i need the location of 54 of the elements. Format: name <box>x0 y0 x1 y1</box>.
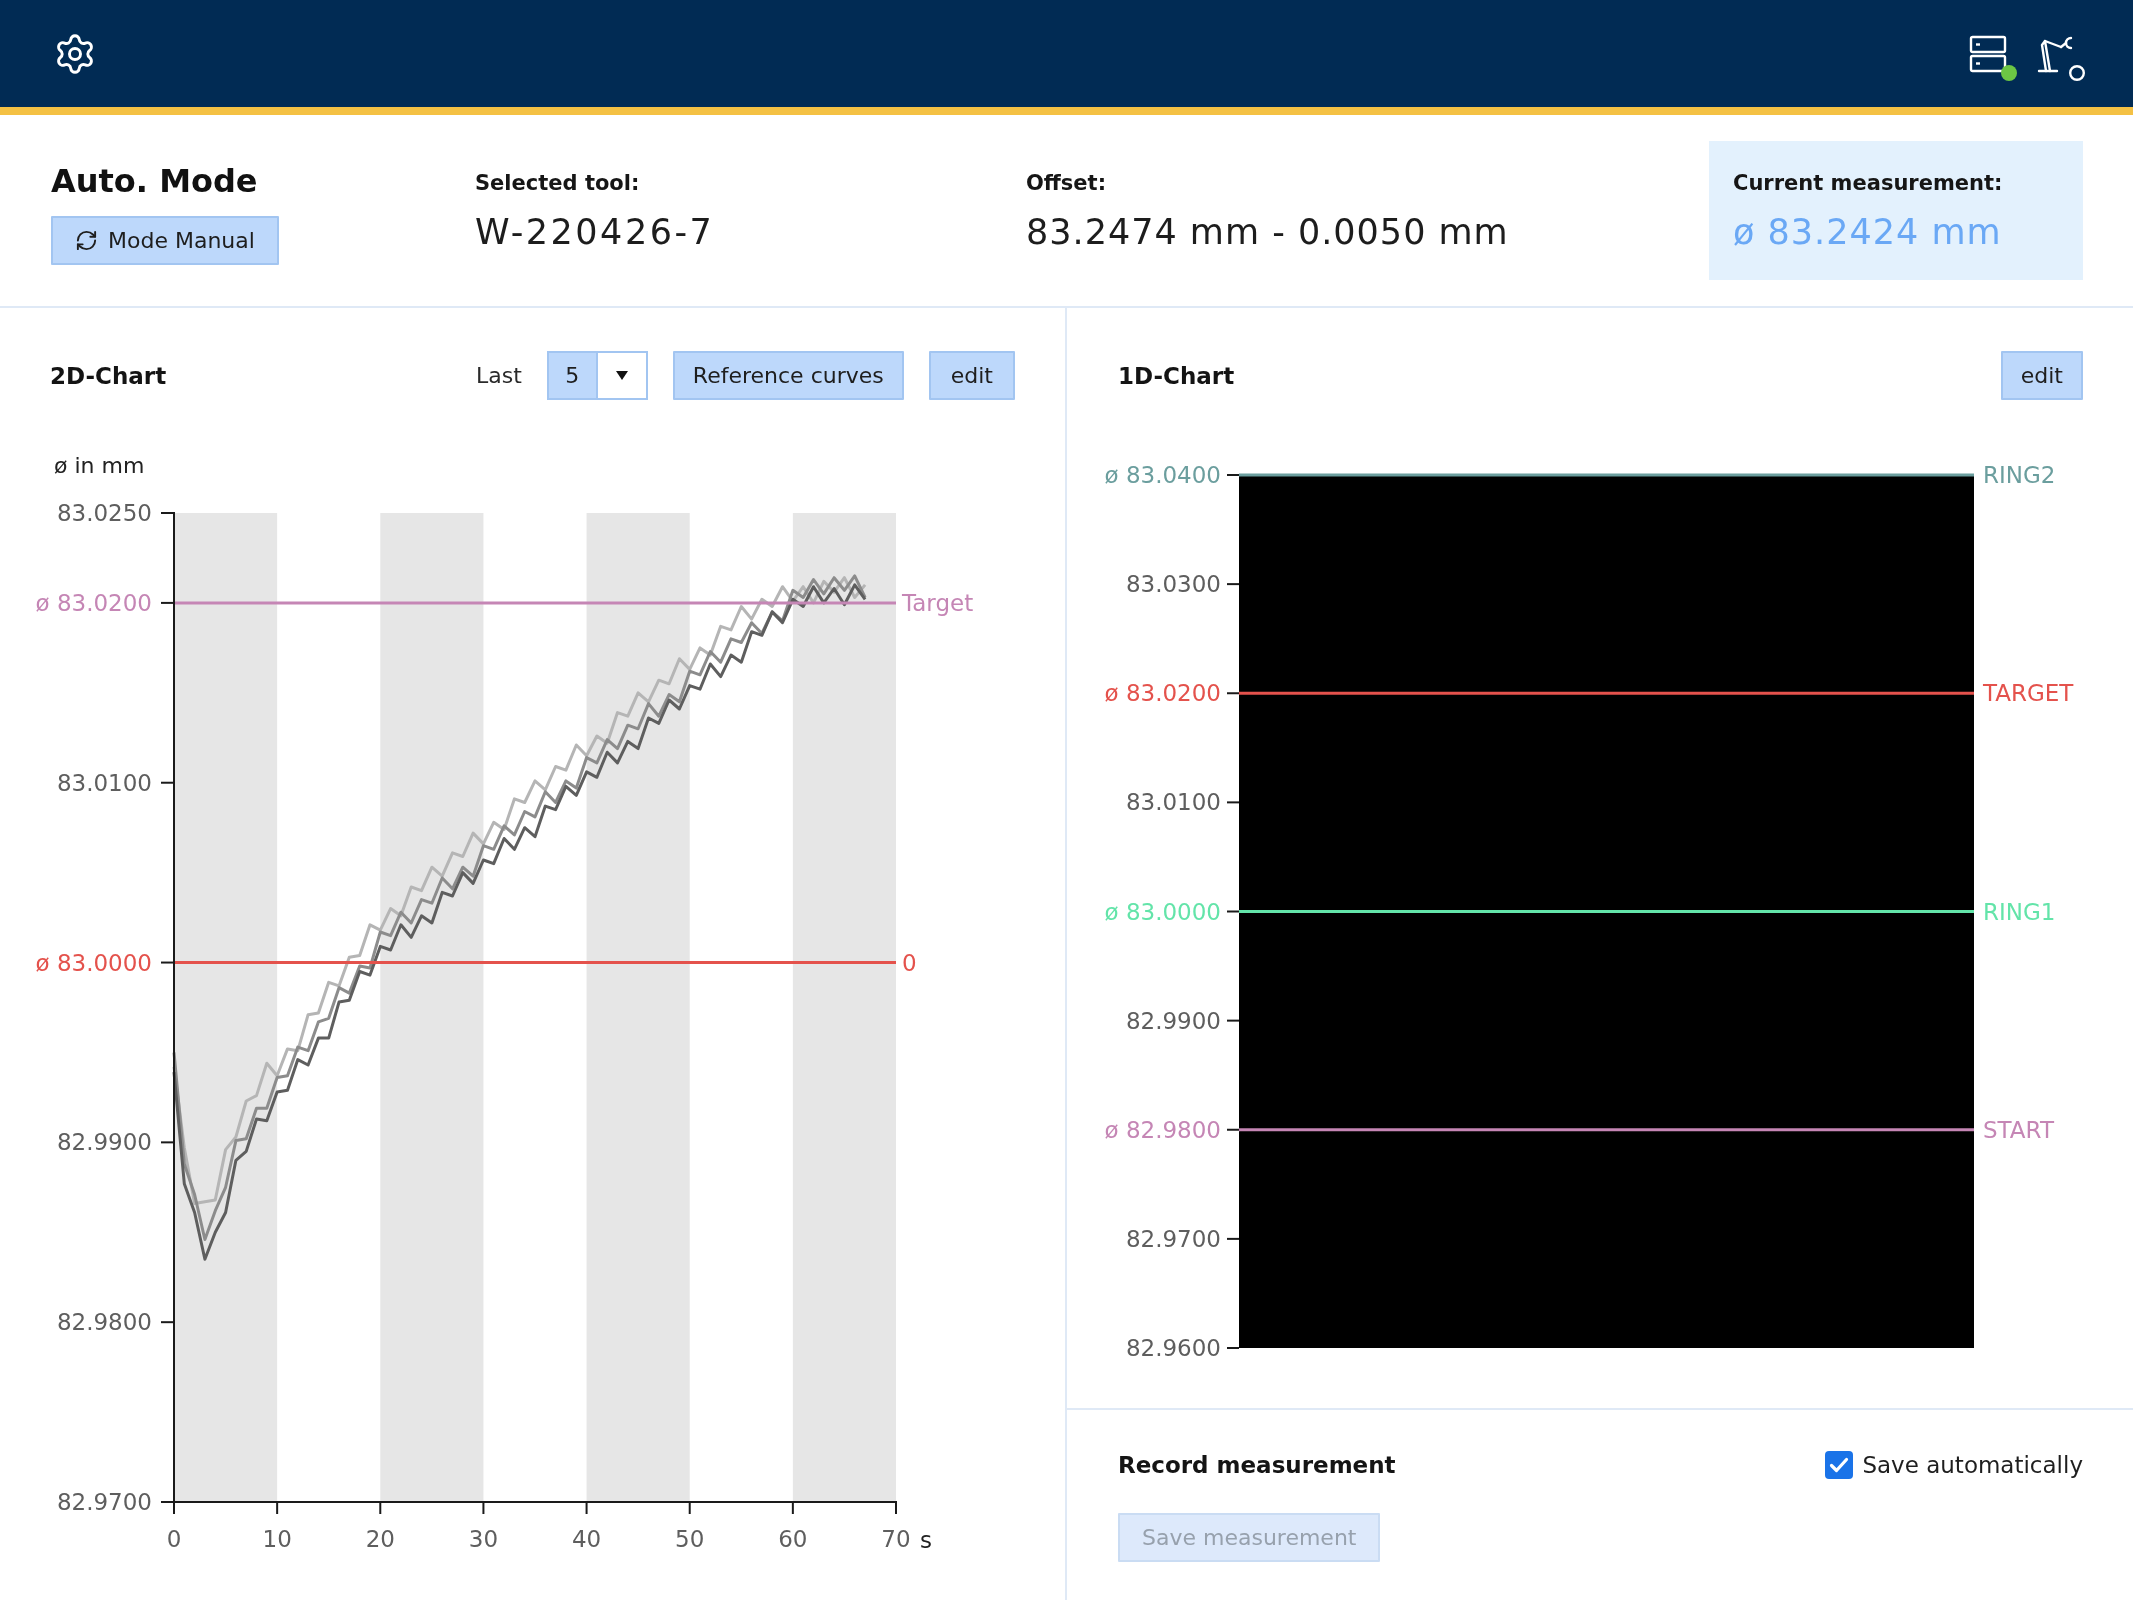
y-tick-label: ø 82.9800 <box>1104 1116 1221 1143</box>
edit-button[interactable]: edit <box>928 351 1015 400</box>
y-tick-label: 83.0300 <box>1125 571 1221 598</box>
y-tick-label: 83.0100 <box>56 769 152 796</box>
x-tick-label: 0 <box>166 1526 182 1552</box>
y-tick-label: 83.0100 <box>1125 789 1221 816</box>
tool-value: W-220426-7 <box>475 211 716 254</box>
reference-label: TARGET <box>1983 680 2074 707</box>
axis-title: ø in mm <box>54 452 145 478</box>
reference-label: Target <box>902 589 974 616</box>
y-tick-label: 82.9900 <box>1125 1007 1221 1034</box>
record-title: Record measurement <box>1118 1452 1396 1478</box>
y-tick-label: ø 83.0400 <box>1104 462 1221 488</box>
reference-label: RING1 <box>1983 898 2056 925</box>
offset-label: Offset: <box>1026 170 1108 196</box>
tool-label: Selected tool: <box>475 170 641 196</box>
y-tick-label: ø 83.0200 <box>35 589 152 616</box>
y-tick-label: 82.9700 <box>56 1489 152 1515</box>
reference-label: RING2 <box>1983 462 2056 488</box>
checkbox[interactable] <box>1825 1451 1854 1479</box>
x-tick-label: 10 <box>262 1526 292 1552</box>
y-tick-label: ø 83.0000 <box>1104 898 1221 925</box>
edit-button[interactable]: edit <box>2000 351 2083 400</box>
measurement-label: Current measurement: <box>1733 170 2004 196</box>
robot-arm-icon[interactable] <box>2037 34 2075 73</box>
x-tick-label: 20 <box>365 1526 395 1552</box>
x-tick-label: 50 <box>675 1526 705 1552</box>
checkbox-label[interactable]: Save automatically <box>1862 1452 2083 1478</box>
reference-label: 0 <box>902 949 917 976</box>
server-icon[interactable] <box>1969 34 2007 73</box>
y-tick-label: 83.0250 <box>56 500 152 526</box>
caret-icon <box>615 371 628 380</box>
chart-title: 1D-Chart <box>1118 362 1235 389</box>
x-tick-label: 60 <box>778 1526 808 1552</box>
measurement-value: ø 83.2424 mm <box>1733 211 2003 254</box>
refresh-icon <box>75 229 98 252</box>
reference-curves-button[interactable]: Reference curves <box>672 351 904 400</box>
y-tick-label: 82.9800 <box>56 1309 152 1336</box>
axis-title: s <box>920 1527 932 1553</box>
select-label: Last <box>476 363 522 388</box>
x-tick-label: 40 <box>571 1526 602 1552</box>
y-tick-label: 82.9700 <box>1125 1225 1221 1252</box>
x-tick-label: 70 <box>881 1526 911 1552</box>
mode-switch-button[interactable]: Mode Manual <box>51 216 279 265</box>
chart-title: 2D-Chart <box>50 362 167 389</box>
y-tick-label: ø 83.0000 <box>35 949 152 976</box>
reference-label: START <box>1983 1116 2054 1143</box>
count-select[interactable]: 5 <box>546 351 648 400</box>
y-tick-label: ø 83.0200 <box>1104 680 1221 707</box>
x-tick-label: 30 <box>468 1526 499 1552</box>
y-tick-label: 82.9600 <box>1125 1335 1221 1361</box>
mode-title: Auto. Mode <box>51 163 258 199</box>
offset-value: 83.2474 mm - 0.0050 mm <box>1026 211 1510 254</box>
y-tick-label: 82.9900 <box>56 1129 152 1156</box>
